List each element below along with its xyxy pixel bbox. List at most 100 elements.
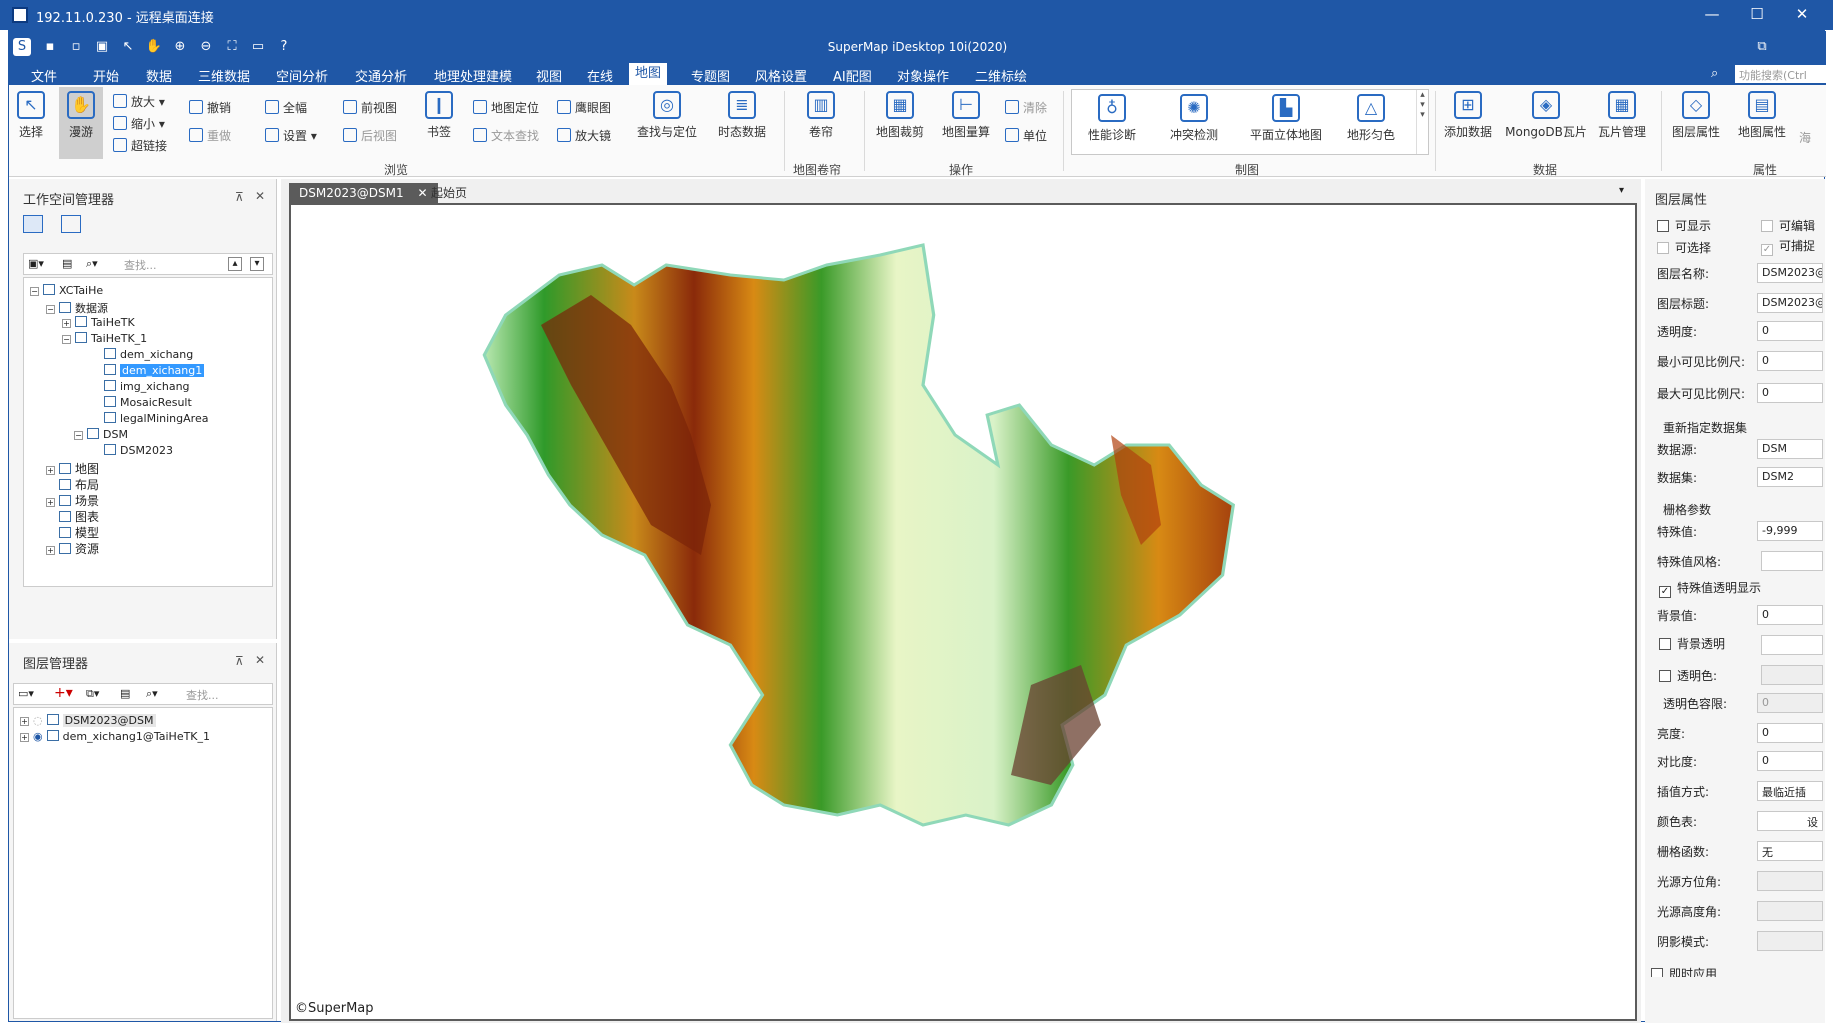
tree-node-taihetk1[interactable]: − TaiHeTK_1 [62,332,147,345]
tree-node-layouts[interactable]: +布局 [46,476,99,493]
help-icon[interactable]: ? [275,38,293,56]
layer-props-button[interactable]: ◇ 图层属性 [1665,91,1727,140]
gallery-scroll[interactable]: ▴ ▾ ▾ [1416,90,1428,154]
resource-tab-icon[interactable] [61,215,81,233]
pin-icon[interactable]: ⊼ [235,190,244,204]
visible-checkbox[interactable]: 可显示 [1657,217,1711,234]
pan-button[interactable]: ✋ 漫游 [59,87,103,159]
function-search-input[interactable]: 功能搜索(Ctrl [1735,65,1826,83]
plan-3d-map-button[interactable]: ▙ 平面立体地图 [1242,94,1330,143]
altitude-input[interactable] [1757,901,1823,921]
map-clip-button[interactable]: ▦ 地图裁剪 [871,91,929,140]
map-tab-start[interactable]: 起始页 [421,183,477,203]
tree-node-dataset[interactable]: dem_xichang1 [104,364,205,377]
tab-style[interactable]: 风格设置 [749,66,813,85]
pin-icon[interactable]: ⊼ [235,654,244,668]
magnifier-button[interactable]: 放大镜 [557,127,611,144]
tree-node-dsm[interactable]: − DSM [74,428,128,441]
tab-start[interactable]: 开始 [87,66,125,85]
add-layer-icon[interactable]: +▾ [54,685,73,701]
color-tolerance-input[interactable]: 0 [1757,693,1823,713]
contrast-input[interactable]: 0 [1757,751,1823,771]
datasource-select[interactable]: DSM [1757,439,1823,459]
doc-icon[interactable]: ▤ [62,257,72,270]
tab-spatial-analysis[interactable]: 空间分析 [270,66,334,85]
tree-node-datasources[interactable]: − 数据源 [46,300,108,316]
tab-dropdown-icon[interactable]: ▾ [1619,185,1624,196]
tree-node-models[interactable]: +模型 [46,524,99,541]
full-extent-button[interactable]: 全幅 [265,99,307,116]
map-canvas[interactable]: ©SuperMap [289,203,1637,1021]
nodata-style-picker[interactable] [1761,551,1823,571]
tab-thematic-map[interactable]: 专题图 [685,66,736,85]
map-measure-button[interactable]: ⊢ 地图量算 [937,91,995,140]
dataset-select[interactable]: DSM2 [1757,467,1823,487]
bg-color-picker[interactable] [1761,635,1823,655]
layer-name-input[interactable]: DSM2023@ [1757,263,1823,283]
min-scale-input[interactable]: 0 [1757,351,1823,371]
max-scale-input[interactable]: 0 [1757,383,1823,403]
map-props-button[interactable]: ▤ 地图属性 [1731,91,1793,140]
terrain-color-button[interactable]: △ 地形匀色 [1338,94,1404,143]
colortable-button[interactable]: 设 [1757,811,1823,831]
shadow-select[interactable] [1757,931,1823,951]
tree-node-taihetk[interactable]: + TaiHeTK [62,316,135,329]
background-input[interactable]: 0 [1757,605,1823,625]
mongodb-tile-button[interactable]: ◈ MongoDB瓦片 [1503,91,1589,140]
workspace-tab-icon[interactable] [23,215,43,233]
layer-copy-icon[interactable]: ⧉▾ [86,687,99,701]
search-icon[interactable]: ⌕ [1711,66,1718,81]
layer-style-icon[interactable]: ▭▾ [18,687,34,700]
layer-search-input[interactable]: 查找... [186,687,219,703]
hyperlink-button[interactable]: 超链接 [113,137,167,154]
conflict-check-button[interactable]: ✺ 冲突检测 [1164,94,1224,143]
search-icon[interactable]: ⌕▾ [146,687,158,701]
tree-node-dataset[interactable]: img_xichang [104,380,190,393]
tab-3d-data[interactable]: 三维数据 [192,66,256,85]
tab-traffic-analysis[interactable]: 交通分析 [349,66,413,85]
full-extent-icon[interactable]: ⛶ [223,38,241,56]
transparent-color-picker[interactable] [1761,665,1823,685]
text-search-button[interactable]: 文本查找 [473,127,539,144]
bg-transparent-checkbox[interactable]: 背景透明 [1659,635,1725,652]
realtime-checkbox[interactable]: 即时应用 [1651,965,1717,977]
layer-caption-input[interactable]: DSM2023@ [1757,293,1823,313]
unit-button[interactable]: 单位 [1005,127,1047,144]
pan-hand-icon[interactable]: ✋ [145,38,163,56]
tab-geoprocessing[interactable]: 地理处理建模 [428,66,518,85]
map-locate-button[interactable]: 地图定位 [473,99,539,116]
layer-item[interactable]: + ◉ dem_xichang1@TaiHeTK_1 [20,730,210,743]
open-workspace-icon[interactable]: ▣▾ [28,257,44,270]
tree-node-dataset[interactable]: MosaicResult [104,396,192,409]
azimuth-input[interactable] [1757,871,1823,891]
app-logo-icon[interactable]: S [13,38,31,56]
zoom-in-button[interactable]: 放大 ▾ [113,93,165,110]
add-data-button[interactable]: ⊞ 添加数据 [1437,91,1499,140]
zoom-in-icon[interactable]: ⊕ [171,38,189,56]
nodata-input[interactable]: -9,999 [1757,521,1823,541]
arrow-up-icon[interactable]: ▴ [228,257,242,271]
editable-checkbox[interactable]: 可编辑 [1761,217,1815,234]
swipe-button[interactable]: ▥ 卷帘 [801,91,841,140]
grid-func-select[interactable]: 无 [1757,841,1823,861]
snappable-checkbox[interactable]: ✓ 可捕捉 [1761,237,1815,256]
brightness-input[interactable]: 0 [1757,723,1823,743]
transparent-color-checkbox[interactable]: 透明色: [1659,667,1717,684]
perf-diag-button[interactable]: ♁ 性能诊断 [1082,94,1142,143]
zoom-out-button[interactable]: 缩小 ▾ [113,115,165,132]
redo-button[interactable]: 重做 [189,127,231,144]
zoom-out-icon[interactable]: ⊖ [197,38,215,56]
tab-2d-plotting[interactable]: 二维标绘 [969,66,1033,85]
find-locate-button[interactable]: ◎ 查找与定位 [633,91,701,140]
rdp-maximize-button[interactable]: ☐ [1742,5,1772,23]
tab-ai-mapping[interactable]: AI配图 [827,66,878,85]
rdp-minimize-button[interactable]: — [1697,5,1727,23]
open-icon[interactable]: ▣ [93,38,111,56]
close-icon[interactable]: ✕ [255,653,265,667]
tab-data[interactable]: 数据 [140,66,178,85]
tab-online[interactable]: 在线 [581,66,619,85]
select-button[interactable]: ↖ 选择 [13,91,49,140]
layer-table-icon[interactable]: ▤ [120,687,130,700]
rdp-close-button[interactable]: ✕ [1787,5,1817,23]
folder-icon[interactable]: ▭ [249,38,267,56]
